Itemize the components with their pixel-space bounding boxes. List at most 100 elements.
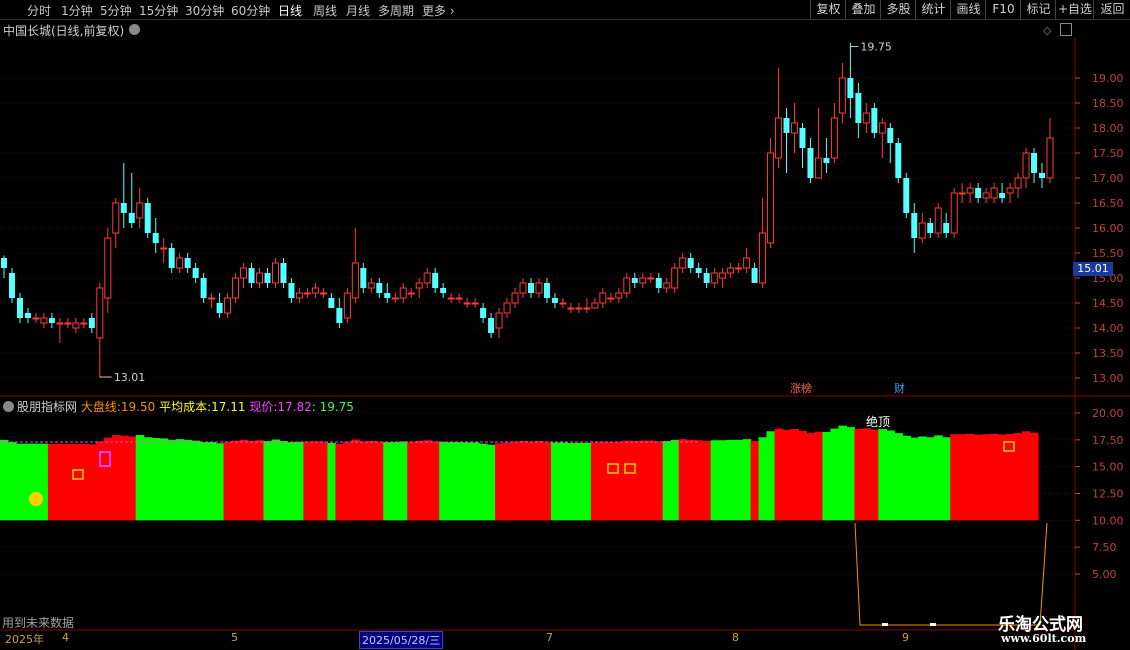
period-tab-1[interactable]: 1分钟 bbox=[61, 2, 93, 19]
indicator-band-bar bbox=[503, 442, 512, 521]
toolbar-button-3[interactable]: 统计 bbox=[915, 0, 951, 19]
indicator-band-bar bbox=[199, 442, 209, 521]
indicator-band-bar bbox=[894, 433, 903, 521]
indicator-band-bar bbox=[918, 436, 927, 521]
indicator-band-bar bbox=[854, 428, 863, 521]
indicator-band-bar bbox=[223, 442, 233, 521]
candle-body bbox=[463, 302, 471, 305]
indicator-band-bar bbox=[686, 439, 696, 521]
indicator-band-bar bbox=[367, 441, 376, 521]
toolbar-button-8[interactable]: 返回 bbox=[1093, 0, 1130, 19]
candle-body bbox=[112, 202, 120, 234]
indicator-band-bar bbox=[622, 440, 632, 521]
drop-marker bbox=[882, 623, 888, 626]
candle-body bbox=[647, 277, 655, 280]
candle-body bbox=[767, 152, 775, 244]
period-tab-3[interactable]: 15分钟 bbox=[139, 2, 178, 19]
price-label: 现价: bbox=[249, 400, 278, 414]
indicator-band-bar bbox=[630, 441, 640, 521]
price-tick-label: 16.00 bbox=[1092, 222, 1124, 235]
diamond-icon[interactable]: ◇ bbox=[1043, 24, 1051, 37]
period-tab-2[interactable]: 5分钟 bbox=[100, 2, 132, 19]
indicator-band-bar bbox=[998, 434, 1007, 521]
month-label: 4 bbox=[62, 631, 69, 644]
toolbar-button-1[interactable]: 叠加 bbox=[845, 0, 881, 19]
indicator-band-bar bbox=[519, 441, 528, 521]
indicator-band-bar bbox=[39, 443, 49, 521]
candle-body bbox=[847, 78, 854, 98]
candle-body bbox=[519, 282, 527, 294]
toolbar-button-7[interactable]: +自选 bbox=[1055, 0, 1094, 19]
current-price-tag: 15.01 bbox=[1073, 262, 1113, 276]
candle-body bbox=[120, 203, 127, 213]
indicator-band-bar bbox=[990, 433, 999, 521]
candle-body bbox=[615, 292, 623, 299]
indicator-band-bar bbox=[710, 440, 720, 521]
candle-body bbox=[551, 298, 558, 303]
period-tab-8[interactable]: 月线 bbox=[346, 2, 370, 19]
indicator-band-bar bbox=[694, 440, 704, 521]
candle-body bbox=[703, 273, 710, 283]
candle-body bbox=[208, 297, 216, 300]
period-tab-4[interactable]: 30分钟 bbox=[185, 2, 224, 19]
indicator-band-bar bbox=[558, 442, 568, 521]
window-toggle-icon[interactable] bbox=[1060, 23, 1072, 36]
toolbar-button-6[interactable]: 标记 bbox=[1020, 0, 1056, 19]
indicator-band-bar bbox=[127, 436, 137, 521]
chevron-down-icon[interactable] bbox=[129, 24, 140, 35]
candle-body bbox=[911, 213, 918, 238]
indicator-band-bar bbox=[247, 441, 257, 521]
indicator-name[interactable]: 股朋指标网 bbox=[17, 400, 77, 414]
indicator-band-bar bbox=[566, 442, 576, 521]
indicator-band-bar bbox=[71, 444, 81, 521]
candle-body bbox=[248, 268, 255, 283]
indicator-band-bar bbox=[878, 428, 887, 521]
indicator-band-bar bbox=[1022, 431, 1031, 521]
indicator-band-bar bbox=[774, 428, 784, 521]
candle-body bbox=[336, 308, 343, 323]
period-tab-0[interactable]: 分时 bbox=[27, 2, 51, 19]
watermark-url: www.60lt.com bbox=[1001, 632, 1087, 645]
candle-body bbox=[535, 282, 543, 294]
high-marker: 19.75 bbox=[860, 41, 892, 54]
candle-body bbox=[256, 272, 264, 284]
indicator-band-bar bbox=[191, 440, 201, 521]
indicator-band-bar bbox=[590, 442, 600, 521]
indicator-band-bar bbox=[327, 442, 336, 521]
toolbar-button-5[interactable]: F10 bbox=[985, 0, 1021, 19]
period-tab-5[interactable]: 60分钟 bbox=[231, 2, 270, 19]
chart-canvas[interactable]: 19.00 18.50 18.00 17.50 17.00 16.50 16.00 15.50… bbox=[0, 0, 1130, 650]
indicator-band-bar bbox=[1030, 432, 1039, 521]
candle-body bbox=[958, 192, 966, 195]
indicator-band-bar bbox=[79, 444, 89, 521]
candle-body bbox=[224, 297, 232, 314]
indicator-band-bar bbox=[175, 439, 185, 521]
event-label: 财 bbox=[894, 381, 905, 395]
toolbar-button-2[interactable]: 多股 bbox=[880, 0, 916, 19]
candle-body bbox=[751, 268, 758, 283]
toolbar-button-4[interactable]: 画线 bbox=[950, 0, 986, 19]
indicator-band-bar bbox=[678, 439, 688, 521]
event-label: 涨榜 bbox=[790, 381, 812, 395]
stock-title[interactable]: 中国长城(日线,前复权) bbox=[3, 24, 124, 38]
toolbar-button-0[interactable]: 复权 bbox=[810, 0, 846, 19]
period-tab-10[interactable]: 更多 › bbox=[422, 2, 455, 19]
indicator-band-bar bbox=[822, 431, 832, 521]
candle-body bbox=[1006, 187, 1014, 194]
candle-body bbox=[503, 302, 511, 314]
period-tab-6[interactable]: 日线 bbox=[278, 2, 302, 19]
price-tick-label: 13.50 bbox=[1092, 347, 1124, 360]
price-tick-label: 15.50 bbox=[1092, 247, 1124, 260]
indicator-band-bar bbox=[279, 441, 289, 521]
month-label: 9 bbox=[902, 631, 909, 644]
indicator-band-bar bbox=[463, 442, 472, 521]
candle-body bbox=[240, 267, 248, 279]
indicator-band-bar bbox=[119, 435, 129, 521]
chart-title[interactable]: 中国长城(日线,前复权) bbox=[3, 22, 140, 39]
month-label: 7 bbox=[546, 631, 553, 644]
candle-body bbox=[24, 313, 31, 318]
period-tab-9[interactable]: 多周期 bbox=[378, 2, 414, 19]
indicator-menu-icon[interactable] bbox=[3, 401, 14, 412]
indicator-band-bar bbox=[7, 442, 17, 521]
period-tab-7[interactable]: 周线 bbox=[313, 2, 337, 19]
